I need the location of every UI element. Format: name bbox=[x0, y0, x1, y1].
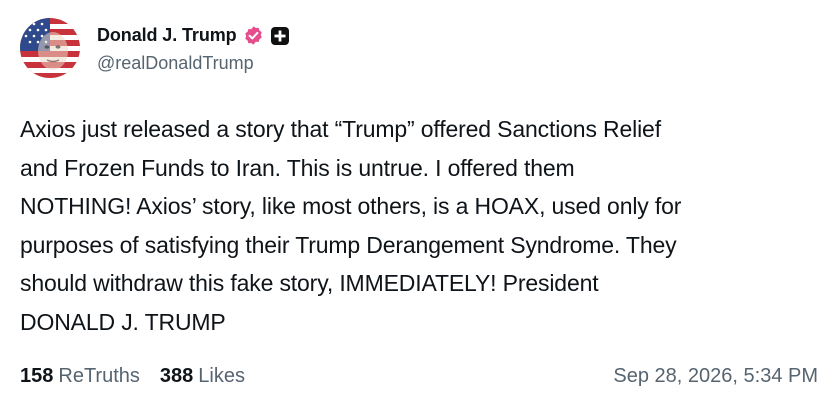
post-stats: 158 ReTruths 388 Likes bbox=[20, 365, 265, 388]
post-text: Axios just released a story that “Trump”… bbox=[20, 116, 682, 335]
retruths-count: 158 bbox=[20, 364, 54, 387]
name-row: Donald J. Trump bbox=[97, 23, 290, 49]
author-names: Donald J. Trump @realDonaldTrump bbox=[97, 23, 290, 74]
likes-stat[interactable]: 388 Likes bbox=[160, 365, 245, 388]
plus-badge-icon bbox=[270, 26, 290, 46]
flag-portrait-avatar-icon bbox=[20, 18, 80, 78]
avatar[interactable] bbox=[20, 18, 80, 78]
retruths-label: ReTruths bbox=[58, 364, 140, 387]
post-footer: 158 ReTruths 388 Likes Sep 28, 2026, 5:3… bbox=[20, 360, 818, 392]
truth-post: Donald J. Trump @realDonaldTrump Axios j… bbox=[0, 0, 840, 416]
post-header: Donald J. Trump @realDonaldTrump bbox=[20, 18, 290, 78]
retruths-stat[interactable]: 158 ReTruths bbox=[20, 365, 140, 388]
author-handle[interactable]: @realDonaldTrump bbox=[97, 53, 290, 74]
verified-badge-icon bbox=[243, 25, 264, 46]
likes-label: Likes bbox=[198, 364, 245, 387]
likes-count: 388 bbox=[159, 364, 194, 387]
post-timestamp[interactable]: Sep 28, 2026, 5:34 PM bbox=[613, 365, 818, 388]
display-name[interactable]: Donald J. Trump bbox=[97, 25, 237, 46]
